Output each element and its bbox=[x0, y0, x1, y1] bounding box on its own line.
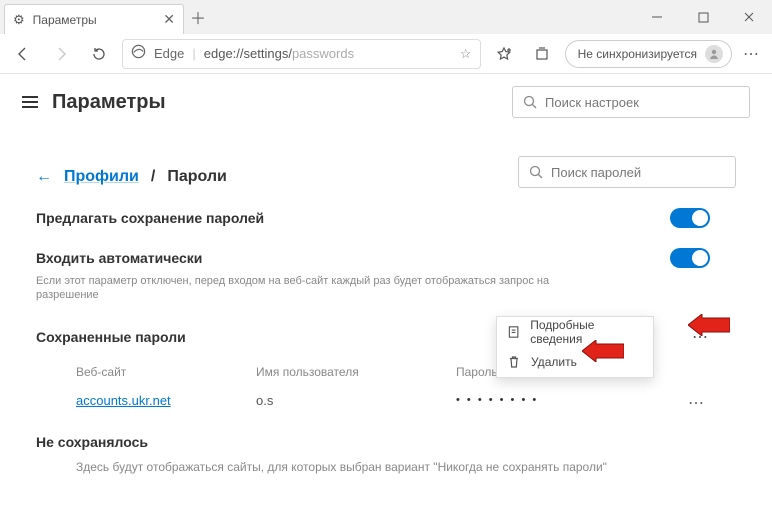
browser-menu-button[interactable]: ⋯ bbox=[740, 42, 764, 66]
col-username: Имя пользователя bbox=[256, 365, 456, 379]
browser-tabs: ⚙ Параметры ✕ ＋ bbox=[0, 0, 212, 34]
breadcrumb-sep: / bbox=[151, 168, 155, 186]
url-path: edge://settings/ bbox=[204, 46, 292, 61]
back-button[interactable] bbox=[8, 39, 38, 69]
sync-label: Не синхронизируется bbox=[578, 47, 697, 61]
settings-header: Параметры Поиск настроек bbox=[0, 74, 772, 130]
gear-icon: ⚙ bbox=[13, 12, 25, 28]
option-auto-signin: Входить автоматически bbox=[36, 248, 736, 268]
browser-tab-settings[interactable]: ⚙ Параметры ✕ bbox=[4, 4, 184, 34]
row-password-masked: • • • • • • • • bbox=[456, 394, 576, 406]
hamburger-menu-icon[interactable] bbox=[22, 96, 38, 108]
breadcrumb-current: Пароли bbox=[167, 168, 227, 186]
close-tab-icon[interactable]: ✕ bbox=[163, 11, 175, 28]
option-auto-signin-desc: Если этот параметр отключен, перед входо… bbox=[36, 274, 596, 303]
address-bar-row: Edge | edge://settings/passwords ☆ Не си… bbox=[0, 34, 772, 74]
search-icon bbox=[529, 165, 543, 179]
page-title: Параметры bbox=[52, 91, 166, 114]
window-titlebar: ⚙ Параметры ✕ ＋ bbox=[0, 0, 772, 34]
row-website-link[interactable]: accounts.ukr.net bbox=[76, 393, 256, 408]
settings-search-input[interactable]: Поиск настроек bbox=[512, 86, 750, 118]
new-tab-button[interactable]: ＋ bbox=[184, 3, 212, 31]
settings-search-placeholder: Поиск настроек bbox=[545, 95, 639, 110]
search-icon bbox=[523, 95, 537, 109]
auto-signin-toggle[interactable] bbox=[670, 248, 710, 268]
ctx-delete[interactable]: Удалить bbox=[497, 347, 653, 377]
option-label: Предлагать сохранение паролей bbox=[36, 210, 264, 226]
favorite-star-icon[interactable]: ☆ bbox=[460, 46, 472, 62]
url-separator: | bbox=[192, 46, 195, 61]
col-website: Веб-сайт bbox=[76, 365, 256, 379]
minimize-button[interactable] bbox=[634, 0, 680, 34]
passwords-search-input[interactable]: Поиск паролей bbox=[518, 156, 736, 188]
password-row-context-menu: Подробные сведения Удалить bbox=[496, 316, 654, 378]
profile-sync-button[interactable]: Не синхронизируется bbox=[565, 40, 732, 68]
annotation-arrow-2 bbox=[582, 340, 624, 362]
forward-button[interactable] bbox=[46, 39, 76, 69]
option-offer-save-passwords: Предлагать сохранение паролей bbox=[36, 208, 736, 228]
address-bar[interactable]: Edge | edge://settings/passwords ☆ bbox=[122, 39, 481, 69]
breadcrumb-back-icon[interactable]: ← bbox=[36, 168, 52, 186]
ctx-details[interactable]: Подробные сведения bbox=[497, 317, 653, 347]
details-icon bbox=[507, 325, 520, 339]
edge-logo-icon bbox=[131, 44, 146, 63]
tab-title: Параметры bbox=[33, 13, 97, 27]
never-saved-header: Не сохранялось bbox=[36, 434, 736, 450]
url-scheme-label: Edge bbox=[154, 46, 184, 61]
trash-icon bbox=[507, 355, 521, 369]
window-buttons bbox=[634, 0, 772, 34]
never-saved-desc: Здесь будут отображаться сайты, для кото… bbox=[76, 460, 736, 474]
password-row: accounts.ukr.net o.s • • • • • • • • ⋯ bbox=[36, 393, 736, 408]
profile-avatar-icon bbox=[705, 45, 723, 63]
row-username: o.s bbox=[256, 393, 456, 408]
maximize-button[interactable] bbox=[680, 0, 726, 34]
passwords-search-placeholder: Поиск паролей bbox=[551, 165, 641, 180]
url-path-tail: passwords bbox=[292, 46, 354, 61]
collections-button[interactable] bbox=[527, 39, 557, 69]
option-label: Входить автоматически bbox=[36, 250, 202, 266]
annotation-arrow-1 bbox=[688, 314, 730, 336]
ctx-delete-label: Удалить bbox=[531, 355, 577, 369]
offer-save-toggle[interactable] bbox=[670, 208, 710, 228]
section-label: Сохраненные пароли bbox=[36, 329, 186, 345]
settings-content: ← Профили / Пароли Поиск паролей Предлаг… bbox=[0, 130, 772, 474]
breadcrumb-parent-link[interactable]: Профили bbox=[64, 168, 139, 186]
close-window-button[interactable] bbox=[726, 0, 772, 34]
favorites-button[interactable] bbox=[489, 39, 519, 69]
refresh-button[interactable] bbox=[84, 39, 114, 69]
row-more-button[interactable]: ⋯ bbox=[688, 393, 706, 413]
